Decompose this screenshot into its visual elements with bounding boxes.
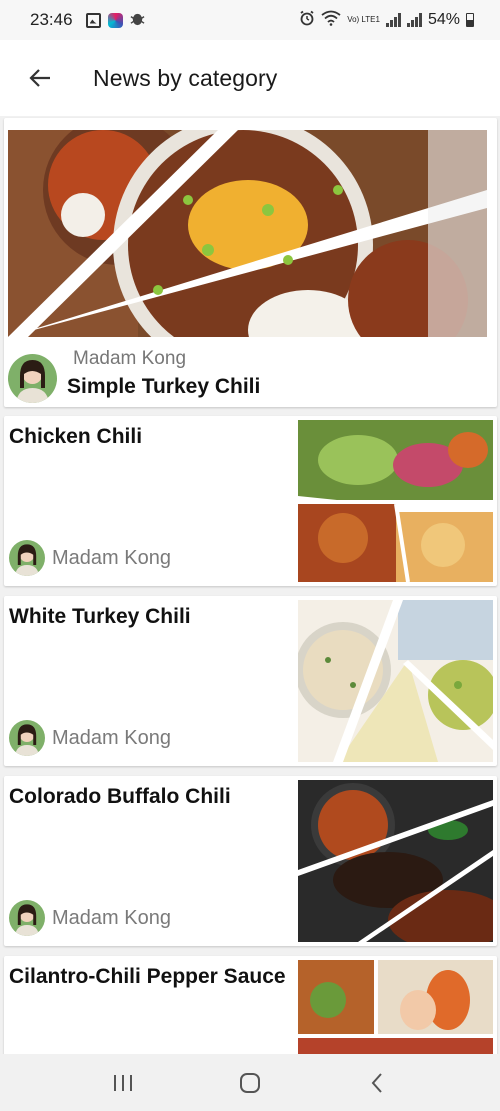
page-title: News by category xyxy=(93,64,278,91)
article-card[interactable]: Cilantro-Chili Pepper Sauce xyxy=(4,956,497,1054)
author-name[interactable]: Madam Kong xyxy=(52,907,171,930)
article-thumbnail xyxy=(298,420,493,582)
author-avatar[interactable] xyxy=(9,540,45,576)
signal-icon-2 xyxy=(406,13,422,27)
author-avatar[interactable] xyxy=(9,900,45,936)
app-icon xyxy=(107,12,123,28)
featured-article-title[interactable]: Simple Turkey Chili xyxy=(67,375,260,399)
article-card[interactable]: White Turkey Chili Madam Kong xyxy=(4,596,497,766)
author-avatar[interactable] xyxy=(9,720,45,756)
battery-percent: 54% xyxy=(427,11,460,28)
signal-icon xyxy=(385,13,401,27)
status-time: 23:46 xyxy=(30,10,73,29)
author-name[interactable]: Madam Kong xyxy=(52,547,171,570)
arrow-left-icon xyxy=(29,69,50,87)
author-avatar[interactable] xyxy=(8,354,57,403)
article-thumbnail xyxy=(298,780,493,942)
article-title[interactable]: Chicken Chili xyxy=(9,425,142,449)
wifi-icon xyxy=(321,10,341,31)
featured-article-image xyxy=(8,130,487,337)
article-title[interactable]: Cilantro-Chili Pepper Sauce xyxy=(9,965,286,989)
article-thumbnail xyxy=(298,600,493,762)
home-icon xyxy=(239,1072,260,1093)
battery-icon xyxy=(466,13,474,27)
home-button[interactable] xyxy=(220,1058,280,1108)
article-title[interactable]: White Turkey Chili xyxy=(9,605,191,629)
alarm-icon xyxy=(299,10,315,31)
network-label: Vo) LTE1 xyxy=(347,15,380,24)
bug-icon xyxy=(130,11,145,29)
article-card[interactable]: Chicken Chili Madam Kong xyxy=(4,416,497,586)
news-feed[interactable]: Madam Kong Simple Turkey Chili Chicken C… xyxy=(0,116,500,1054)
system-nav-bar xyxy=(0,1054,500,1111)
status-bar: 23:46 Vo) LTE1 54% xyxy=(0,0,500,40)
article-title[interactable]: Colorado Buffalo Chili xyxy=(9,785,231,809)
app-header: News by category xyxy=(0,40,500,116)
recent-apps-button[interactable] xyxy=(93,1058,153,1108)
status-right: Vo) LTE1 54% xyxy=(299,10,474,31)
system-back-button[interactable] xyxy=(347,1058,407,1108)
featured-article-card[interactable]: Madam Kong Simple Turkey Chili xyxy=(4,118,497,407)
author-name[interactable]: Madam Kong xyxy=(52,727,171,750)
article-author: Madam Kong xyxy=(9,900,171,936)
back-button[interactable] xyxy=(0,40,80,116)
back-icon xyxy=(371,1072,382,1093)
article-card[interactable]: Colorado Buffalo Chili Madam Kong xyxy=(4,776,497,946)
article-author: Madam Kong xyxy=(9,720,171,756)
gallery-icon xyxy=(85,12,101,28)
recent-apps-icon xyxy=(114,1074,133,1091)
article-author: Madam Kong xyxy=(9,540,171,576)
status-left: 23:46 xyxy=(30,10,145,30)
featured-author-name[interactable]: Madam Kong xyxy=(73,348,186,370)
article-thumbnail xyxy=(298,960,493,1054)
